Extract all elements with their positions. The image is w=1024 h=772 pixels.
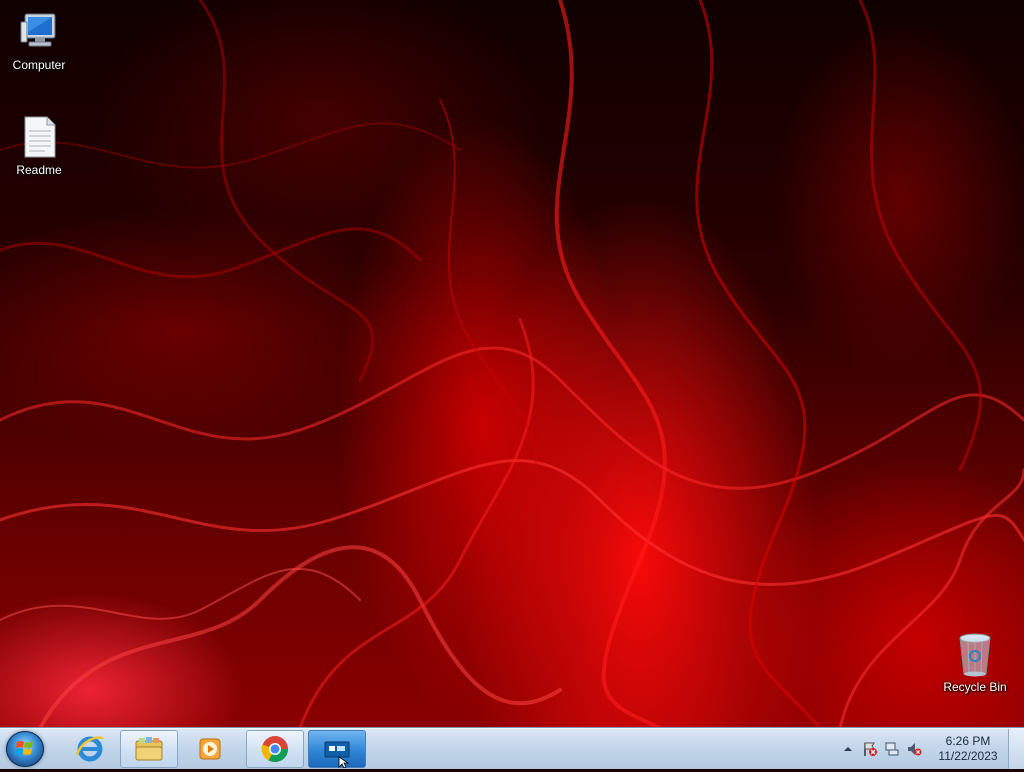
network-icon[interactable] [884, 741, 900, 757]
media-player-icon [199, 738, 221, 760]
taskbar-chrome[interactable] [246, 730, 304, 768]
desktop-icon-readme[interactable]: Readme [1, 113, 77, 178]
windows-start-orb-icon [15, 740, 33, 755]
taskbar-windows-explorer[interactable] [120, 730, 178, 768]
desktop-icon-label: Computer [12, 58, 66, 72]
desktop-icon-label: Readme [16, 163, 62, 177]
volume-muted-icon[interactable] [906, 741, 922, 757]
action-center-flag-icon[interactable] [862, 741, 878, 757]
mouse-cursor-icon [338, 756, 350, 768]
clock-time: 6:26 PM [945, 734, 991, 748]
recycle-bin-icon [951, 630, 999, 678]
taskbar-internet-explorer[interactable] [61, 730, 119, 768]
clock-date: 11/22/2023 [938, 749, 998, 763]
show-desktop-button[interactable] [1008, 729, 1024, 769]
desktop-icon-computer[interactable]: Computer [1, 8, 77, 73]
show-hidden-icons-chevron[interactable] [840, 741, 856, 757]
start-button[interactable] [6, 731, 44, 767]
taskbar-app-window[interactable] [308, 730, 366, 768]
clock[interactable]: 6:26 PM 11/22/2023 [932, 734, 1004, 764]
text-document-icon [15, 113, 63, 161]
computer-icon [15, 8, 63, 56]
wallpaper-swirls [0, 0, 1024, 728]
desktop-icon-label: Recycle Bin [943, 680, 1007, 694]
folder-library-icon [135, 737, 163, 761]
chrome-icon [261, 736, 289, 763]
taskbar-media-player[interactable] [181, 730, 239, 768]
internet-explorer-icon [75, 736, 104, 762]
system-tray: 6:26 PM 11/22/2023 [834, 729, 1024, 769]
taskbar: 6:26 PM 11/22/2023 [0, 728, 1024, 769]
desktop-icon-recycle-bin[interactable]: Recycle Bin [937, 630, 1013, 695]
